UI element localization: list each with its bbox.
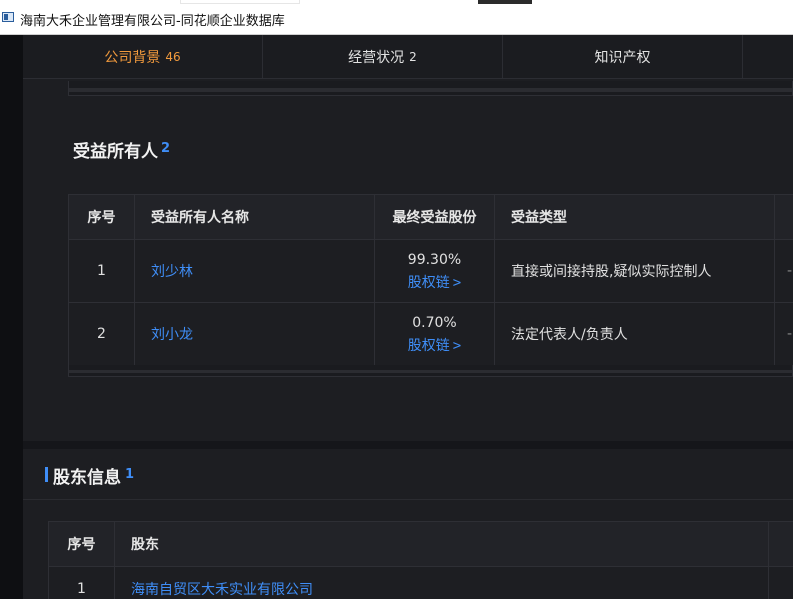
shareholder-table: 序号 股东 1 海南自贸区大禾实业有限公司 — [48, 521, 793, 599]
tab-stub — [743, 35, 793, 79]
chevron-right-icon: > — [452, 337, 462, 354]
extra-cell: - — [774, 302, 793, 366]
owner-name-link[interactable]: 刘少林 — [134, 239, 375, 303]
benefit-type: 法定代表人/负责人 — [494, 302, 775, 366]
benefit-type: 直接或间接持股,疑似实际控制人 — [494, 239, 775, 303]
row-index: 1 — [68, 239, 135, 303]
shareholder-count: 1 — [125, 467, 135, 482]
beneficial-owner-table: 序号 受益所有人名称 最终受益股份 受益类型 1 刘少林 99.30% 股权链 >… — [68, 194, 793, 366]
app-icon — [2, 12, 14, 22]
col-header-idx: 序号 — [48, 521, 115, 567]
tab-bar: 公司背景 46 经营状况 2 知识产权 — [23, 35, 793, 79]
owner-name-link[interactable]: 刘小龙 — [134, 302, 375, 366]
beneficial-owner-count: 2 — [161, 141, 171, 156]
col-header-name: 受益所有人名称 — [134, 194, 375, 240]
extra-cell — [768, 566, 793, 599]
beneficial-owner-title: 受益所有人 — [73, 142, 158, 162]
equity-chain-label: 股权链 — [407, 337, 450, 354]
tab-count: 46 — [165, 50, 181, 64]
shareholder-title: 股东信息 — [53, 468, 121, 488]
tab-label: 知识产权 — [594, 50, 651, 66]
col-header-extra — [768, 521, 793, 567]
shareholder-section-header — [23, 449, 793, 500]
left-rail — [0, 35, 23, 599]
table-scrollbar[interactable] — [68, 365, 793, 377]
table-header-row: 序号 股东 — [48, 521, 793, 567]
ghost-element — [180, 0, 300, 4]
row-index: 1 — [48, 566, 115, 599]
share-cell: 0.70% 股权链 > — [374, 302, 495, 366]
section-accent-bar — [45, 467, 48, 482]
extra-cell: - — [774, 239, 793, 303]
table-header-row: 序号 受益所有人名称 最终受益股份 受益类型 — [68, 194, 793, 240]
share-percent: 0.70% — [412, 314, 457, 331]
col-header-extra — [774, 194, 793, 240]
row-index: 2 — [68, 302, 135, 366]
equity-chain-link[interactable]: 股权链 > — [375, 273, 494, 293]
share-cell: 99.30% 股权链 > — [374, 239, 495, 303]
table-row: 1 刘少林 99.30% 股权链 > 直接或间接持股,疑似实际控制人 - — [68, 239, 793, 303]
tab-label: 经营状况 — [348, 50, 405, 66]
table-row: 2 刘小龙 0.70% 股权链 > 法定代表人/负责人 - — [68, 302, 793, 366]
equity-chain-link[interactable]: 股权链 > — [375, 336, 494, 356]
col-header-share: 最终受益股份 — [374, 194, 495, 240]
ghost-element-dark — [478, 0, 532, 4]
col-header-shareholder: 股东 — [114, 521, 769, 567]
tab-label: 公司背景 — [104, 50, 161, 66]
tab-intellectual-property[interactable]: 知识产权 — [503, 35, 743, 79]
tab-business-status[interactable]: 经营状况 2 — [263, 35, 503, 79]
table-row: 1 海南自贸区大禾实业有限公司 — [48, 566, 793, 599]
chevron-right-icon: > — [452, 274, 462, 291]
col-header-idx: 序号 — [68, 194, 135, 240]
window-title: 海南大禾企业管理有限公司-同花顺企业数据库 — [20, 14, 285, 29]
share-percent: 99.30% — [407, 251, 462, 268]
window-titlebar: 海南大禾企业管理有限公司-同花顺企业数据库 — [0, 0, 793, 35]
tab-count: 2 — [409, 50, 417, 64]
col-header-type: 受益类型 — [494, 194, 775, 240]
table-scrollbar-top[interactable] — [68, 81, 793, 96]
tab-company-background[interactable]: 公司背景 46 — [23, 35, 263, 79]
shareholder-name-link[interactable]: 海南自贸区大禾实业有限公司 — [114, 566, 769, 599]
equity-chain-label: 股权链 — [407, 274, 450, 291]
